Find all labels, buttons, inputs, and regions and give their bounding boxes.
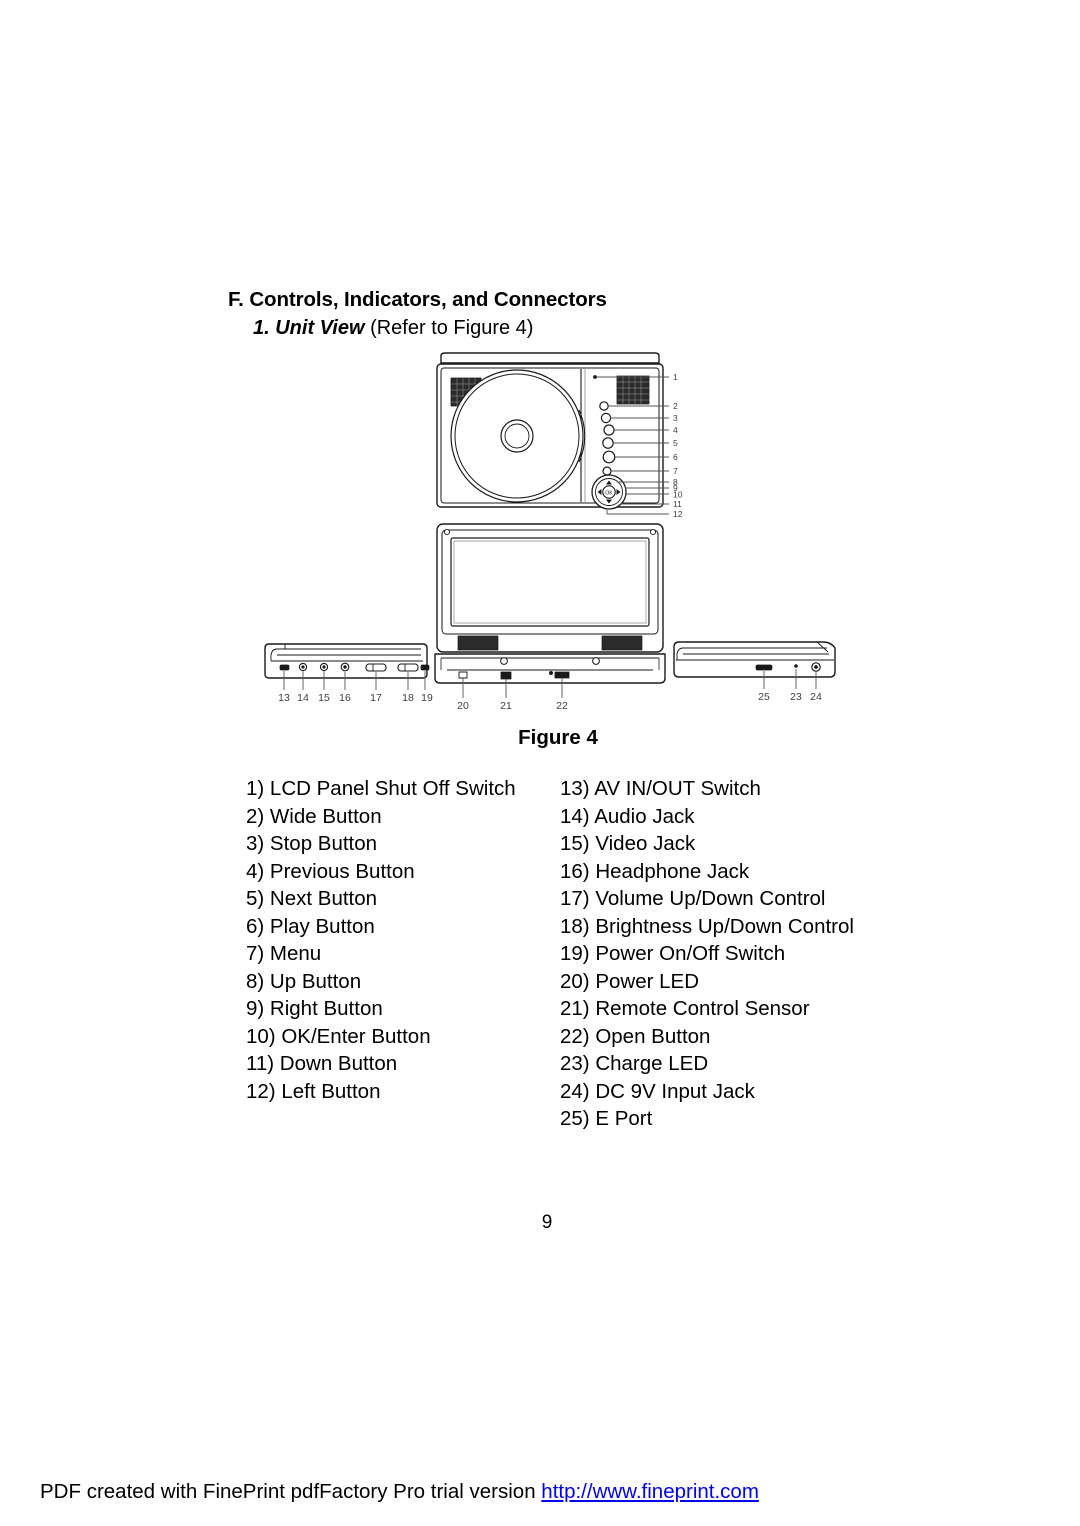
svg-text:19: 19 xyxy=(421,692,433,704)
list-item: 10) OK/Enter Button xyxy=(246,1024,431,1048)
svg-text:25: 25 xyxy=(758,691,770,703)
svg-text:6: 6 xyxy=(673,452,678,462)
list-item: 6) Play Button xyxy=(246,914,375,938)
lcd-panel-view xyxy=(434,523,666,698)
page-number: 9 xyxy=(0,1212,1080,1234)
svg-text:7: 7 xyxy=(673,466,678,476)
svg-text:23: 23 xyxy=(790,691,802,703)
dvd-player-diagram: OK 1 2 3 4 5 6 7 8 9 10 11 12 13 14 15 1… xyxy=(264,352,836,712)
right-side-callout-numbers: 25 23 24 xyxy=(758,691,822,703)
svg-text:15: 15 xyxy=(318,692,330,704)
dpad-ok-label: OK xyxy=(605,490,613,496)
figure-caption: Figure 4 xyxy=(0,726,1080,750)
left-side-callout-numbers: 13 14 15 16 17 18 19 xyxy=(278,692,433,704)
figure-caption-text: Figure 4 xyxy=(518,726,598,749)
svg-text:2: 2 xyxy=(673,401,678,411)
lcd-shutoff-switch-marker xyxy=(593,375,597,379)
svg-text:4: 4 xyxy=(673,425,678,435)
top-view-callout-numbers: 1 2 3 4 5 6 7 8 9 10 11 12 xyxy=(673,372,683,519)
svg-text:1: 1 xyxy=(673,372,678,382)
svg-text:17: 17 xyxy=(370,692,382,704)
footer-text: PDF created with FinePrint pdfFactory Pr… xyxy=(40,1480,542,1503)
svg-text:12: 12 xyxy=(673,509,683,519)
document-page: F. Controls, Indicators, and Connectors … xyxy=(0,0,1080,1526)
list-item: 3) Stop Button xyxy=(246,832,378,855)
list-item: 4) Previous Button xyxy=(246,859,415,883)
sub-heading-rest: (Refer to Figure 4) xyxy=(364,317,534,339)
parts-left-items: 1) LCD Panel Shut Off Switch 2) Wide But… xyxy=(246,775,546,1105)
left-side-view xyxy=(264,643,430,690)
list-item: 11) Down Button xyxy=(246,1052,398,1075)
list-item: 15) Video Jack xyxy=(560,832,696,855)
list-item: 18) Brightness Up/Down Control xyxy=(560,914,854,938)
list-item: 24) DC 9V Input Jack xyxy=(560,1079,755,1103)
list-item: 20) Power LED xyxy=(560,969,700,993)
right-side-view xyxy=(673,641,836,689)
parts-right-items: 13) AV IN/OUT Switch 14) Audio Jack 15) … xyxy=(560,775,900,1133)
list-item: 23) Charge LED xyxy=(560,1052,709,1075)
svg-text:21: 21 xyxy=(500,700,512,712)
front-callout-numbers: 20 21 22 xyxy=(457,700,568,712)
svg-text:11: 11 xyxy=(673,499,682,509)
list-item: 12) Left Button xyxy=(246,1079,381,1103)
svg-text:24: 24 xyxy=(810,691,822,703)
list-item: 2) Wide Button xyxy=(246,804,382,828)
list-item: 25) E Port xyxy=(560,1107,653,1130)
svg-text:10: 10 xyxy=(673,490,683,500)
svg-text:18: 18 xyxy=(402,692,414,704)
list-item: 5) Next Button xyxy=(246,887,378,910)
list-item: 8) Up Button xyxy=(246,969,362,993)
footer-watermark: PDF created with FinePrint pdfFactory Pr… xyxy=(0,1480,1080,1504)
list-item: 17) Volume Up/Down Control xyxy=(560,887,826,910)
parts-list: 1) LCD Panel Shut Off Switch 2) Wide But… xyxy=(0,775,1080,1145)
section-heading: F. Controls, Indicators, and Connectors xyxy=(228,288,607,311)
list-item: 16) Headphone Jack xyxy=(560,859,750,883)
list-item: 1) LCD Panel Shut Off Switch xyxy=(246,777,516,800)
sub-heading: 1. Unit View (Refer to Figure 4) xyxy=(253,317,533,340)
page-number-text: 9 xyxy=(541,1212,553,1233)
svg-text:22: 22 xyxy=(556,700,568,712)
list-item: 14) Audio Jack xyxy=(560,804,695,828)
list-item: 19) Power On/Off Switch xyxy=(560,942,786,965)
parts-list-right-column: 13) AV IN/OUT Switch 14) Audio Jack 15) … xyxy=(560,775,900,1133)
list-item: 9) Right Button xyxy=(246,997,383,1020)
svg-text:16: 16 xyxy=(339,692,351,704)
svg-text:20: 20 xyxy=(457,700,469,712)
list-item: 7) Menu xyxy=(246,942,322,965)
svg-text:13: 13 xyxy=(278,692,290,704)
svg-text:3: 3 xyxy=(673,413,678,423)
sub-heading-strong: 1. Unit View xyxy=(253,317,365,339)
parts-list-left-column: 1) LCD Panel Shut Off Switch 2) Wide But… xyxy=(246,775,546,1105)
list-item: 21) Remote Control Sensor xyxy=(560,997,810,1020)
svg-text:14: 14 xyxy=(297,692,309,704)
top-view-group: OK xyxy=(436,352,669,515)
list-item: 13) AV IN/OUT Switch xyxy=(560,777,761,800)
fineprint-link[interactable]: http://www.fineprint.com xyxy=(541,1480,759,1503)
figure-diagram: OK 1 2 3 4 5 6 7 8 9 10 11 12 13 14 15 1… xyxy=(255,352,845,722)
list-item: 22) Open Button xyxy=(560,1024,711,1048)
svg-text:5: 5 xyxy=(673,438,678,448)
dpad: OK xyxy=(591,474,627,510)
